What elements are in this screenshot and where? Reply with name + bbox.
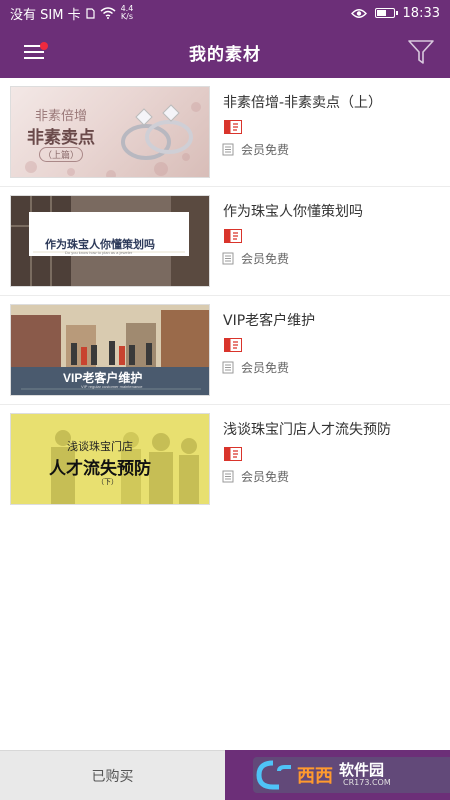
item-thumbnail: 浅谈珠宝门店 人才流失预防 （下） <box>10 413 210 505</box>
item-thumbnail: 作为珠宝人你懂策划吗 Do you know how to plan as a … <box>10 195 210 287</box>
thumb-caption-line2: 人才流失预防 <box>49 459 151 478</box>
wifi-icon <box>100 7 116 19</box>
thumb-caption-line2: VIP regular customer maintenance <box>81 384 143 389</box>
document-icon <box>222 143 234 156</box>
tab-purchased-label: 已购买 <box>91 768 134 785</box>
pdf-icon <box>224 229 242 243</box>
bottom-tab-bar: 已购买 西西 软件园 CR173.COM <box>0 750 450 800</box>
item-price: 会员免费 <box>241 252 290 266</box>
item-price: 会员免费 <box>241 470 290 484</box>
thumb-caption-line1: 浅谈珠宝门店 <box>67 441 133 453</box>
pdf-icon <box>224 120 242 134</box>
list-item[interactable]: 作为珠宝人你懂策划吗 Do you know how to plan as a … <box>0 187 450 296</box>
list-item[interactable]: 非素倍增 非素卖点 （上篇） 非素倍增-非素卖点（上） 会员免费 <box>0 78 450 187</box>
clock: 18:33 <box>402 5 440 21</box>
page-title: 我的素材 <box>189 44 261 65</box>
thumb-caption-tag: （上篇） <box>39 147 84 162</box>
tab-secondary[interactable]: 西西 软件园 CR173.COM <box>225 750 450 800</box>
pdf-icon <box>224 338 242 352</box>
thumb-caption-tag: （下） <box>97 479 118 486</box>
item-thumbnail: 非素倍增 非素卖点 （上篇） <box>10 86 210 178</box>
item-title: VIP老客户维护 <box>223 313 316 329</box>
thumb-caption-line1: 非素倍增 <box>35 108 88 123</box>
eye-icon <box>350 8 367 18</box>
item-price: 会员免费 <box>241 361 290 375</box>
filter-button[interactable] <box>406 38 436 66</box>
menu-button[interactable] <box>16 39 48 65</box>
tab-purchased[interactable]: 已购买 <box>0 750 225 800</box>
watermark-site: 软件园 <box>339 761 385 779</box>
carrier-label: 没有 SIM 卡 <box>10 7 81 23</box>
battery-level <box>376 10 386 16</box>
network-speed: 4.4 K/s <box>120 4 134 21</box>
watermark-url: CR173.COM <box>343 778 391 787</box>
watermark-brand: 西西 <box>297 766 333 787</box>
pdf-icon <box>224 447 242 461</box>
item-thumbnail: VIP老客户维护 VIP regular customer maintenanc… <box>10 304 210 396</box>
thumb-caption-line2: Do you know how to plan as a jeweler <box>65 250 133 255</box>
document-icon <box>222 361 234 374</box>
notification-dot <box>40 42 48 50</box>
material-list: 非素倍增 非素卖点 （上篇） 非素倍增-非素卖点（上） 会员免费 作为珠宝人你懂… <box>0 78 450 514</box>
item-title: 浅谈珠宝门店人才流失预防 <box>223 422 391 438</box>
item-title: 作为珠宝人你懂策划吗 <box>223 204 363 220</box>
item-price: 会员免费 <box>241 143 290 157</box>
document-icon <box>222 252 234 265</box>
list-item[interactable]: 浅谈珠宝门店 人才流失预防 （下） 浅谈珠宝门店人才流失预防 会员免费 <box>0 405 450 514</box>
thumb-caption-line2: 非素卖点 <box>27 128 95 147</box>
sim-card-icon <box>85 7 95 19</box>
document-icon <box>222 470 234 483</box>
status-bar: 没有 SIM 卡 4.4 K/s 18:33 <box>0 0 450 26</box>
app-header: 我的素材 <box>0 26 450 78</box>
item-title: 非素倍增-非素卖点（上） <box>223 95 383 111</box>
battery-icon <box>374 8 398 18</box>
filter-funnel-icon <box>408 40 434 64</box>
list-item[interactable]: VIP老客户维护 VIP regular customer maintenanc… <box>0 296 450 405</box>
